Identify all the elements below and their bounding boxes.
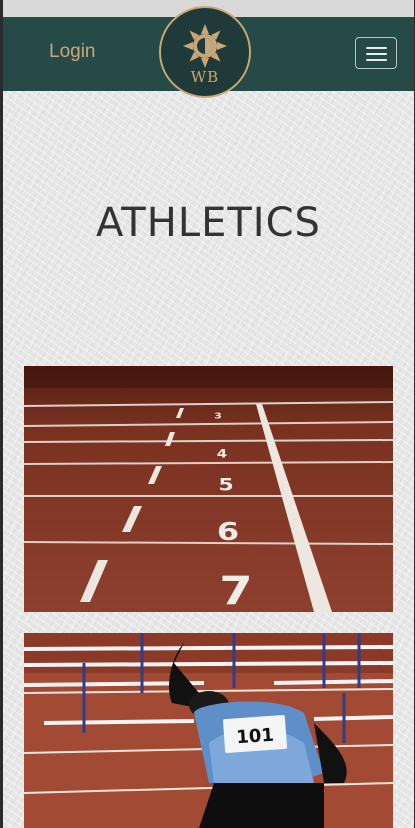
hamburger-line [366,59,387,61]
svg-text:3: 3 [214,412,222,421]
hurdler-start-photo: 101 [24,633,393,828]
logo-initials: WB [190,68,220,86]
svg-text:6: 6 [217,516,239,546]
hamburger-menu-icon [366,47,387,49]
login-link[interactable]: Login [49,41,96,63]
page-title: ATHLETICS [96,200,321,246]
svg-text:7: 7 [219,568,252,612]
menu-toggle-button[interactable] [355,37,397,69]
svg-text:4: 4 [217,448,227,461]
site-logo[interactable]: WB [159,6,251,98]
svg-text:5: 5 [218,475,233,495]
running-track-lanes-photo: 3 4 5 6 7 [24,366,393,612]
svg-text:101: 101 [236,725,275,749]
hamburger-line [366,53,387,55]
page: Login WB ATHLETICS 3 4 5 6 7 101 [3,0,414,828]
